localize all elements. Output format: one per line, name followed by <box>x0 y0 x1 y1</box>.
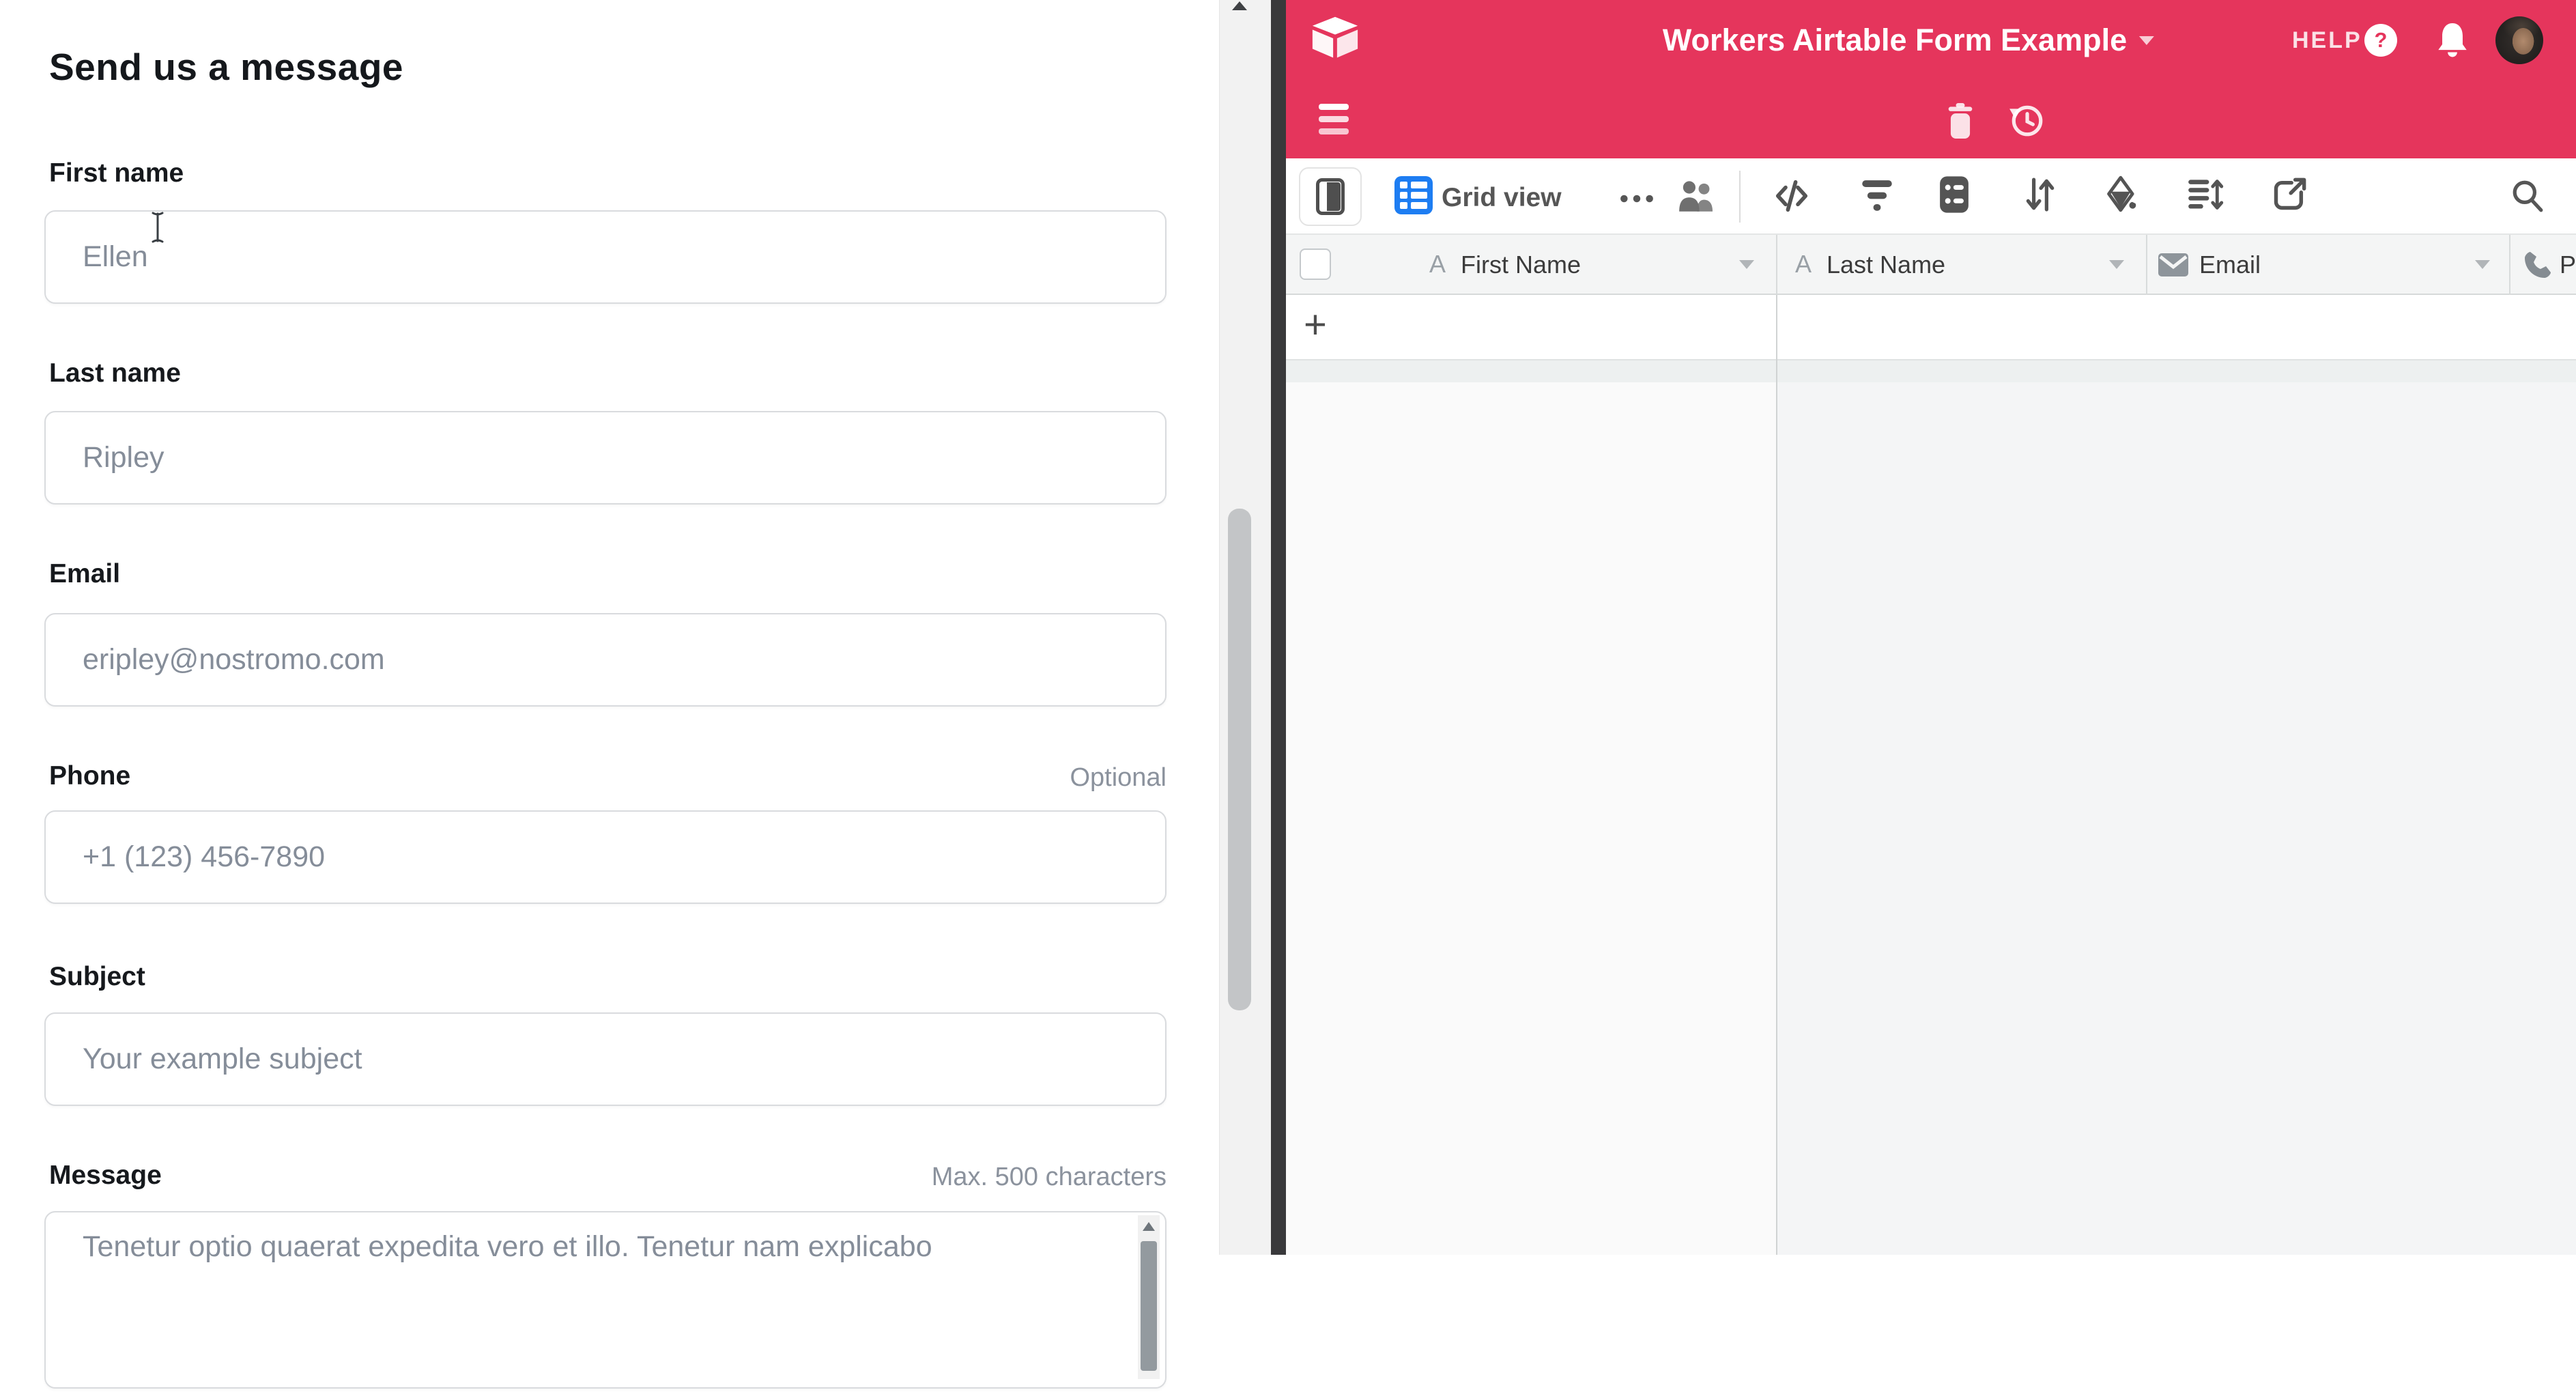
search-icon[interactable] <box>2510 177 2545 214</box>
airtable-logo-icon[interactable] <box>1311 15 1360 60</box>
group-icon[interactable] <box>1937 175 1971 214</box>
view-name[interactable]: Grid view <box>1442 183 1562 213</box>
row-height-icon[interactable] <box>2187 176 2224 213</box>
sidebar-toggle-button[interactable] <box>1299 167 1362 226</box>
history-icon[interactable] <box>2008 102 2045 139</box>
airtable-top-bar: Workers Airtable Form Example HELP ? <box>1286 0 2576 81</box>
column-header-email[interactable]: Email <box>2199 251 2261 279</box>
ellipsis-icon[interactable] <box>1618 194 1655 203</box>
airtable-window: Workers Airtable Form Example HELP ? For… <box>1286 0 2576 1255</box>
sidebar-toggle-icon <box>1316 178 1345 215</box>
scroll-up-arrow-icon[interactable] <box>1232 1 1247 10</box>
text-field-icon: A <box>1795 250 1812 279</box>
scroll-up-arrow-icon[interactable] <box>1143 1222 1155 1231</box>
grid-empty-band <box>1286 360 2576 382</box>
bell-icon[interactable] <box>2437 20 2468 57</box>
subject-label: Subject <box>49 962 145 992</box>
color-icon[interactable] <box>2104 175 2141 213</box>
chevron-down-icon[interactable] <box>2475 260 2490 269</box>
trash-icon[interactable] <box>1947 103 1974 139</box>
email-label: Email <box>49 559 120 589</box>
sort-icon[interactable] <box>2023 176 2057 213</box>
last-name-input[interactable] <box>44 411 1167 505</box>
help-circle-icon[interactable]: ? <box>2364 24 2397 57</box>
chevron-down-icon[interactable] <box>1739 260 1754 269</box>
menu-icon[interactable] <box>1319 104 1349 141</box>
hide-fields-icon[interactable] <box>1773 177 1810 214</box>
filter-icon[interactable] <box>1861 179 1893 213</box>
toolbar-divider <box>1739 171 1741 223</box>
airtable-tab-bar: Form Submissions SHARE AUTOMATIONS <box>1286 81 2576 158</box>
add-record-plus-icon[interactable]: + <box>1304 304 1327 345</box>
base-title: Workers Airtable Form Example <box>1663 23 2127 58</box>
chevron-down-icon[interactable] <box>2109 260 2124 269</box>
email-field[interactable] <box>44 613 1167 707</box>
chevron-down-icon <box>2139 36 2154 45</box>
message-max-hint: Max. 500 characters <box>44 1163 1167 1192</box>
contact-form-panel: Send us a message First name Last name E… <box>0 0 1219 1255</box>
column-divider[interactable] <box>1776 235 1777 295</box>
text-field-icon: A <box>1429 250 1446 279</box>
grid-empty-left <box>1286 382 1776 1255</box>
page-scrollbar-track[interactable] <box>1219 0 1271 1255</box>
collaborators-icon[interactable] <box>1676 179 1715 213</box>
avatar[interactable] <box>2495 16 2543 64</box>
message-textarea-wrap <box>44 1211 1167 1389</box>
page-title: Send us a message <box>49 45 403 89</box>
question-mark: ? <box>2375 28 2388 53</box>
column-divider[interactable] <box>2146 235 2147 295</box>
select-all-checkbox[interactable] <box>1300 248 1331 280</box>
phone-field[interactable] <box>44 810 1167 904</box>
grid-view-icon <box>1394 176 1433 214</box>
view-toolbar: Grid view <box>1286 158 2576 235</box>
column-header-last-name[interactable]: Last Name <box>1827 251 1945 279</box>
column-header-phone[interactable]: P <box>2560 251 2576 279</box>
phone-field-icon <box>2523 250 2553 280</box>
window-divider <box>1271 0 1286 1255</box>
add-record-row[interactable]: + <box>1286 295 2576 360</box>
last-name-label: Last name <box>49 358 181 388</box>
base-title-wrap[interactable]: Workers Airtable Form Example <box>1663 0 2154 81</box>
share-view-icon[interactable] <box>2272 176 2307 213</box>
frozen-column-divider <box>1776 295 1777 1255</box>
subject-input[interactable] <box>44 1012 1167 1106</box>
first-name-label: First name <box>49 158 184 188</box>
phone-optional-hint: Optional <box>44 763 1167 793</box>
help-button[interactable]: HELP <box>2292 27 2362 54</box>
page-scrollbar-thumb[interactable] <box>1228 509 1251 1010</box>
column-header-first-name[interactable]: First Name <box>1461 251 1581 279</box>
textarea-scrollbar-thumb[interactable] <box>1141 1241 1157 1371</box>
grid-header-row: A First Name A Last Name Email P <box>1286 235 2576 295</box>
message-textarea[interactable] <box>44 1211 1167 1389</box>
ibeam-cursor-icon <box>146 210 169 244</box>
first-name-input[interactable] <box>44 210 1167 304</box>
email-field-icon <box>2158 253 2188 276</box>
column-divider[interactable] <box>2509 235 2510 295</box>
